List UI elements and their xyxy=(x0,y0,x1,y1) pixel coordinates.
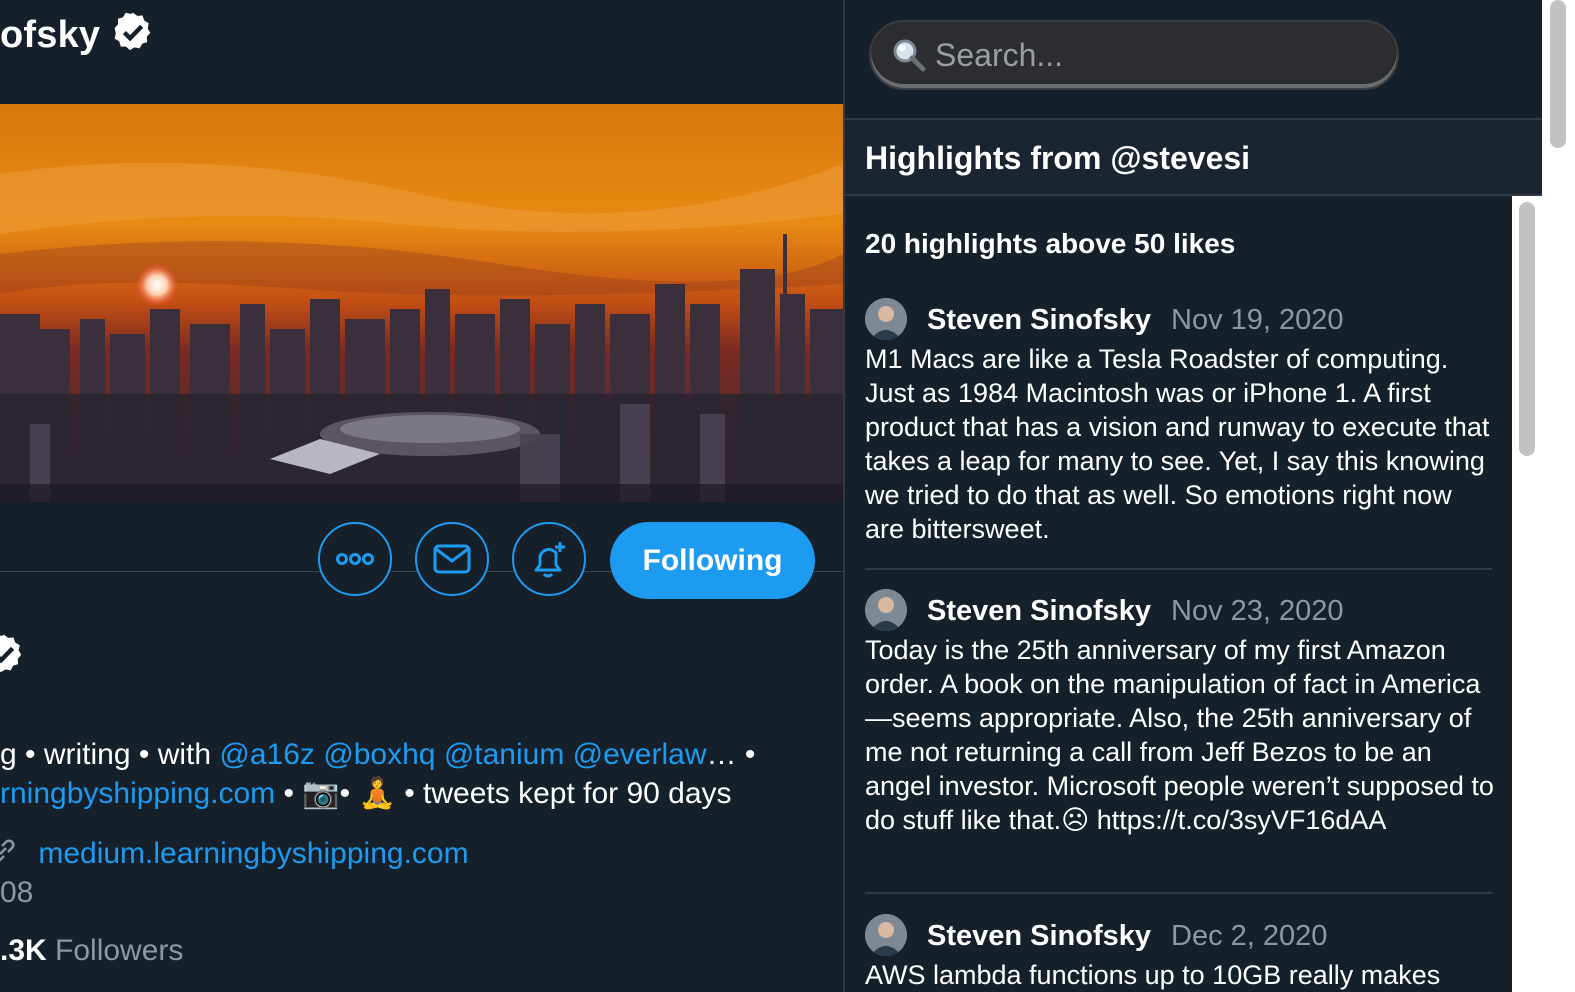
highlight-tweet[interactable]: Steven Sinofsky Nov 19, 2020 M1 Macs are… xyxy=(865,298,1495,558)
tweet-text: M1 Macs are like a Tesla Roadster of com… xyxy=(865,344,1490,544)
avatar[interactable] xyxy=(865,298,907,340)
message-button[interactable] xyxy=(415,522,489,596)
tweet-author[interactable]: Steven Sinofsky xyxy=(927,304,1151,337)
bio-text: … • xyxy=(706,738,756,771)
website-row: medium.learningbyshipping.com xyxy=(0,836,469,874)
mention-link[interactable]: @tanium xyxy=(444,738,565,771)
tweet-date[interactable]: Nov 23, 2020 xyxy=(1171,595,1344,628)
verified-badge-icon-secondary xyxy=(0,632,26,681)
mention-link[interactable]: @everlaw xyxy=(573,738,707,771)
window-scrollbar[interactable] xyxy=(1542,0,1575,992)
followers-label: Followers xyxy=(55,934,184,967)
tweet-text: Today is the 25th anniversary of my firs… xyxy=(865,635,1494,835)
profile-banner-image xyxy=(0,104,843,502)
verified-badge-icon xyxy=(111,10,155,64)
profile-header-name: ofsky xyxy=(0,10,155,64)
link-icon xyxy=(0,836,18,874)
website-link[interactable]: medium.learningbyshipping.com xyxy=(38,837,468,870)
search-input[interactable] xyxy=(933,35,1357,75)
highlights-count: 20 highlights above 50 likes xyxy=(865,228,1236,259)
joined-date: 08 xyxy=(0,876,34,909)
bell-plus-icon xyxy=(534,542,565,578)
bio-line-2: rningbyshipping.com • 📷• 🧘 • tweets kept… xyxy=(0,776,732,811)
followers-stat[interactable]: .3K Followers xyxy=(0,934,183,968)
tweet-text: AWS lambda functions up to 10GB really m… xyxy=(865,960,1441,990)
mention-link[interactable]: @boxhq xyxy=(323,738,435,771)
profile-column: ofsky Following g • writing • with @a16z… xyxy=(0,0,843,992)
avatar[interactable] xyxy=(865,589,907,631)
notifications-button[interactable] xyxy=(512,522,586,596)
highlights-panel: Highlights from @stevesi 20 highlights a… xyxy=(845,0,1542,992)
followers-count: .3K xyxy=(0,934,47,967)
more-dots-icon xyxy=(336,553,374,565)
search-icon xyxy=(893,39,926,72)
highlight-tweet[interactable]: Steven Sinofsky Dec 2, 2020 AWS lambda f… xyxy=(865,914,1495,992)
search-box[interactable] xyxy=(869,20,1399,90)
tweet-author[interactable]: Steven Sinofsky xyxy=(927,595,1151,628)
tweet-date[interactable]: Nov 19, 2020 xyxy=(1171,304,1344,337)
bio-text: • 📷• 🧘 • tweets kept for 90 days xyxy=(275,777,732,810)
following-button[interactable]: Following xyxy=(610,522,815,599)
profile-name-text: ofsky xyxy=(0,14,101,57)
bio-text: g • writing • with xyxy=(0,738,220,771)
highlights-scrollbar[interactable] xyxy=(1512,196,1542,992)
envelope-icon xyxy=(433,544,471,574)
more-options-button[interactable] xyxy=(318,522,392,596)
tweet-separator xyxy=(865,568,1492,570)
highlights-header: Highlights from @stevesi xyxy=(845,118,1542,196)
window-scrollbar-thumb[interactable] xyxy=(1550,0,1566,148)
tweet-author[interactable]: Steven Sinofsky xyxy=(927,920,1151,953)
avatar[interactable] xyxy=(865,914,907,956)
tweet-date[interactable]: Dec 2, 2020 xyxy=(1171,920,1327,953)
highlights-scrollbar-thumb[interactable] xyxy=(1519,202,1535,456)
mention-link[interactable]: @a16z xyxy=(219,738,315,771)
bio-site-link[interactable]: rningbyshipping.com xyxy=(0,777,275,810)
highlights-title: Highlights from @stevesi xyxy=(865,140,1251,176)
tweet-separator xyxy=(865,892,1492,894)
bio-line-1: g • writing • with @a16z @boxhq @tanium … xyxy=(0,738,755,772)
highlight-tweet[interactable]: Steven Sinofsky Nov 23, 2020 Today is th… xyxy=(865,589,1495,889)
